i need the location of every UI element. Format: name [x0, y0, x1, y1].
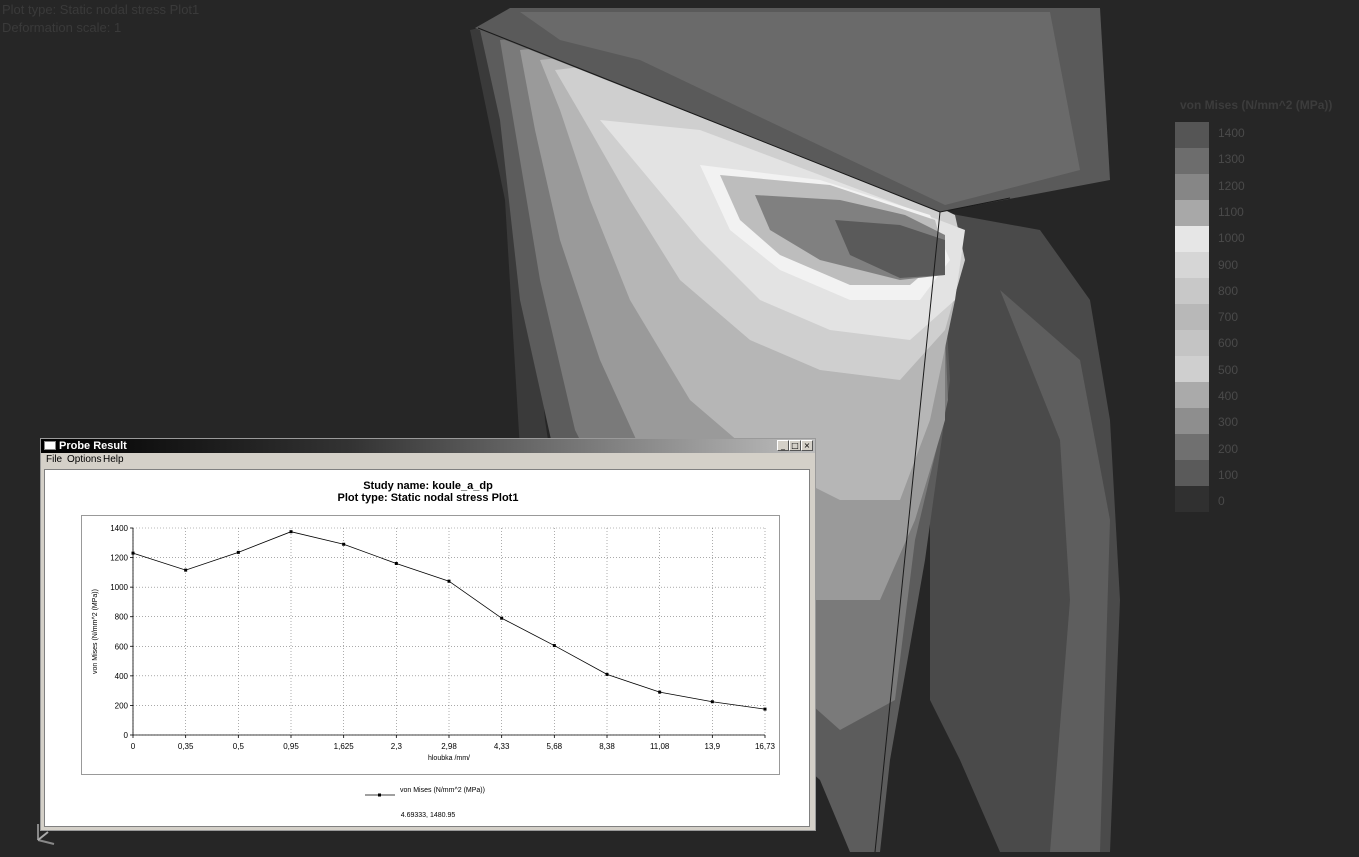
- close-button[interactable]: ×: [801, 440, 813, 451]
- legend-swatch: [1175, 174, 1209, 200]
- y-tick-label: 1200: [110, 554, 128, 563]
- legend-swatch: [1175, 226, 1209, 252]
- legend-label: 900: [1218, 257, 1239, 272]
- legend-swatch: [1175, 252, 1209, 278]
- x-tick-label: 0,35: [178, 742, 194, 751]
- y-tick-label: 1400: [110, 524, 128, 533]
- data-point: [500, 616, 504, 620]
- minimize-button[interactable]: _: [777, 440, 789, 451]
- data-point: [763, 707, 767, 711]
- legend-label: 1200: [1218, 178, 1245, 193]
- legend-series-marker: [365, 793, 395, 797]
- legend-label: 800: [1218, 283, 1239, 298]
- data-point: [658, 690, 662, 694]
- legend-swatch: [1175, 148, 1209, 174]
- x-tick-label: 0,5: [233, 742, 245, 751]
- menu-file[interactable]: File: [46, 454, 62, 465]
- chart-area: Study name: koule_a_dp Plot type: Static…: [44, 469, 810, 827]
- data-point: [289, 530, 293, 534]
- window-app-icon: [44, 441, 56, 450]
- data-point: [131, 551, 135, 555]
- x-tick-label: 2,3: [391, 742, 403, 751]
- window-titlebar[interactable]: Probe Result _ □ ×: [41, 439, 815, 453]
- legend-swatch: [1175, 278, 1209, 304]
- legend-label: 500: [1218, 362, 1239, 377]
- menu-options[interactable]: Options: [67, 454, 101, 465]
- legend-label: 200: [1218, 441, 1239, 456]
- data-point: [184, 568, 188, 572]
- legend-swatch: [1175, 330, 1209, 356]
- data-point: [552, 644, 556, 648]
- plot-type-label: Plot type: Static nodal stress Plot1: [2, 2, 200, 17]
- legend-swatch: [1175, 434, 1209, 460]
- probe-result-window[interactable]: Probe Result _ □ × File Options Help Stu…: [40, 438, 816, 831]
- x-tick-label: 0,95: [283, 742, 299, 751]
- legend-swatch: [1175, 486, 1209, 512]
- y-tick-label: 800: [115, 613, 129, 622]
- legend-title: von Mises (N/mm^2 (MPa)): [1180, 98, 1333, 112]
- legend-label: 1000: [1218, 231, 1245, 246]
- legend-swatch: [1175, 122, 1209, 148]
- data-point: [394, 561, 398, 565]
- y-tick-label: 400: [115, 672, 129, 681]
- data-point: [447, 579, 451, 583]
- x-tick-label: 8,38: [599, 742, 615, 751]
- maximize-button[interactable]: □: [789, 440, 801, 451]
- x-tick-label: 2,98: [441, 742, 457, 751]
- x-axis-label: hloubka /mm/: [428, 755, 470, 762]
- legend-swatch: [1175, 200, 1209, 226]
- window-title: Probe Result: [59, 440, 127, 452]
- x-tick-label: 11,08: [650, 742, 670, 751]
- legend-label: 1300: [1218, 152, 1245, 167]
- line-chart: 0 200 400 600 800 1000 1200 1400 0 0,35 0,5 0,95 1,6…: [92, 524, 776, 762]
- data-point: [605, 672, 609, 676]
- x-tick-label: 13,9: [705, 742, 721, 751]
- deformation-scale-label: Deformation scale: 1: [2, 20, 122, 35]
- y-tick-label: 600: [115, 642, 129, 651]
- color-legend-bar: [1175, 122, 1209, 512]
- coordinate-readout: 4.69333, 1480.95: [400, 812, 456, 819]
- legend-swatch: [1175, 356, 1209, 382]
- legend-label: 300: [1218, 415, 1239, 430]
- data-point: [342, 542, 346, 546]
- x-tick-label: 5,68: [547, 742, 563, 751]
- x-tick-label: 0: [131, 742, 136, 751]
- y-tick-label: 0: [124, 731, 129, 740]
- x-tick-label: 1,625: [334, 742, 355, 751]
- y-tick-label: 200: [115, 701, 129, 710]
- y-tick-label: 1000: [110, 583, 128, 592]
- legend-swatch: [1175, 408, 1209, 434]
- legend-label: 100: [1218, 467, 1239, 482]
- data-point: [236, 550, 240, 554]
- y-axis-label: von Mises (N/mm^2 (MPa)): [92, 589, 99, 674]
- legend-label: 0: [1218, 494, 1225, 509]
- menu-help[interactable]: Help: [103, 454, 124, 465]
- legend-swatch: [1175, 382, 1209, 408]
- x-tick-label: 16,73: [755, 742, 776, 751]
- legend-swatch: [1175, 460, 1209, 486]
- legend-label: 400: [1218, 389, 1239, 403]
- legend-label: 600: [1218, 336, 1239, 351]
- legend-label: 700: [1218, 310, 1239, 325]
- legend-label: 1400: [1218, 126, 1245, 140]
- menu-bar: File Options Help: [41, 453, 815, 467]
- legend-label: 1100: [1218, 204, 1244, 219]
- legend-swatch: [1175, 304, 1209, 330]
- x-tick-label: 4,33: [494, 742, 510, 751]
- data-point: [710, 700, 714, 704]
- legend-series-label: von Mises (N/mm^2 (MPa)): [400, 787, 485, 794]
